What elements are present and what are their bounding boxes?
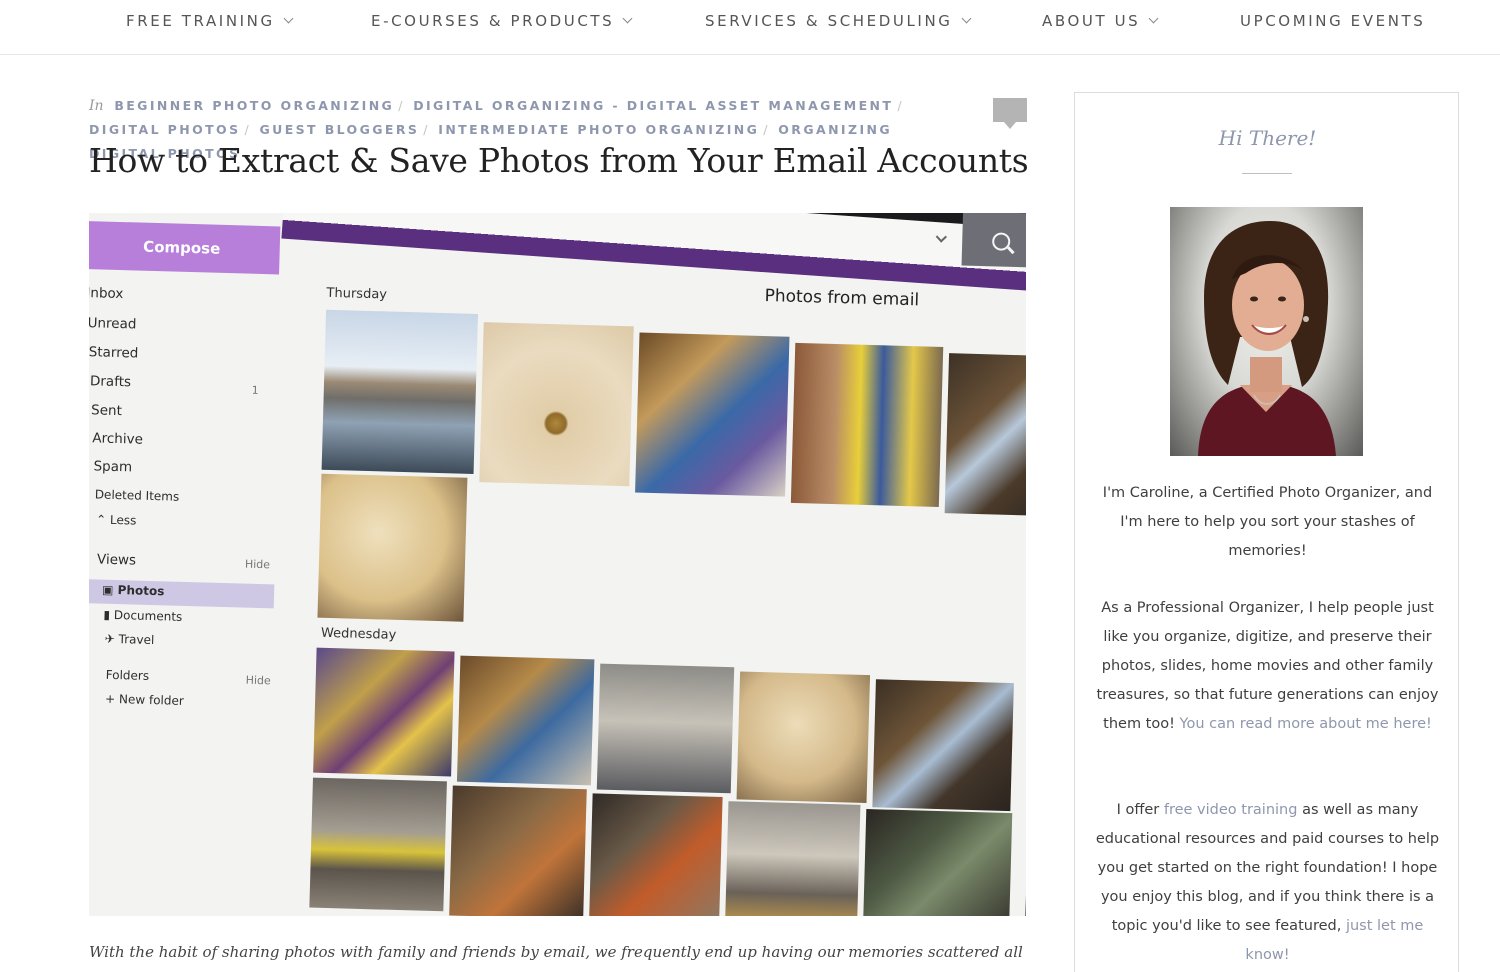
new-folder-label: New folder: [118, 692, 184, 708]
photo-thumbnail: [724, 801, 861, 916]
photo-thumbnail: [456, 655, 595, 786]
nav-item-label: UPCOMING EVENTS: [1240, 12, 1426, 30]
bio-offer-mid: as well as many educational resources an…: [1095, 802, 1440, 934]
folder-drafts: Drafts: [89, 373, 132, 391]
email-app-screen-photo: Compose Inbox Unread Starred Drafts 1 Se…: [89, 213, 1026, 916]
categories-prefix: In: [89, 98, 104, 114]
chevron-down-icon: [283, 13, 294, 24]
nav-item-label: E-COURSES & PRODUCTS: [371, 12, 615, 30]
views-hide: Hide: [244, 557, 271, 572]
bio-professional: As a Professional Organizer, I help peop…: [1095, 594, 1440, 739]
folder-inbox: Inbox: [89, 285, 124, 303]
folder-spam: Spam: [93, 458, 133, 476]
views-heading: Views: [96, 551, 137, 569]
category-separator: /: [244, 122, 249, 137]
bio-professional-text: As a Professional Organizer, I help peop…: [1096, 600, 1439, 732]
category-link[interactable]: DIGITAL PHOTOS: [89, 122, 241, 137]
view-photos-label: Photos: [117, 583, 165, 599]
nav-item-label: FREE TRAINING: [126, 12, 275, 30]
less-label: Less: [109, 512, 137, 528]
chevron-down-icon: [961, 13, 971, 24]
chevron-down-icon: [622, 13, 633, 24]
category-link[interactable]: DIGITAL ORGANIZING - DIGITAL ASSET MANAG…: [413, 98, 893, 113]
bio-offer-pre: I offer: [1116, 802, 1160, 818]
sidebar-heading: Hi There!: [1218, 126, 1317, 150]
less-toggle: ⌃ Less: [95, 512, 137, 528]
view-photos: ▣ Photos: [101, 582, 165, 599]
new-folder-link: + New folder: [104, 691, 184, 708]
folder-sent: Sent: [90, 402, 123, 420]
chevron-down-icon: [1148, 13, 1159, 24]
about-sidebar-widget: Hi There! I'm Caroline, a Certified Phot…: [1074, 92, 1459, 972]
photo-thumbnail: [635, 332, 790, 497]
author-portrait: [1170, 207, 1363, 456]
folder-unread: Unread: [89, 315, 137, 333]
photo-thumbnail: [596, 663, 735, 794]
drafts-count: 1: [251, 383, 259, 397]
post-intro: With the habit of sharing photos with fa…: [89, 943, 1026, 961]
nav-item-free-training[interactable]: FREE TRAINING: [126, 12, 294, 30]
main-nav: FREE TRAINING E-COURSES & PRODUCTS SERVI…: [0, 0, 1500, 55]
folder-archive: Archive: [92, 430, 144, 448]
photo-thumbnail: [862, 809, 1013, 916]
photo-thumbnail: [944, 353, 1026, 517]
folders-hide: Hide: [245, 673, 271, 688]
folder-deleted-items: Deleted Items: [94, 487, 180, 504]
nav-item-e-courses-products[interactable]: E-COURSES & PRODUCTS: [371, 12, 633, 30]
category-link[interactable]: BEGINNER PHOTO ORGANIZING: [114, 98, 394, 113]
free-video-training-link[interactable]: free video training: [1164, 802, 1298, 818]
folders-heading: Folders: [105, 667, 150, 683]
nav-item-label: ABOUT US: [1042, 12, 1141, 30]
view-documents: ▮ Documents: [103, 607, 183, 624]
photo-thumbnail: [479, 322, 634, 487]
photo-thumbnail: [736, 671, 871, 804]
view-travel: ✈ Travel: [104, 631, 155, 648]
day-heading-wednesday: Wednesday: [320, 625, 397, 643]
photos-page-heading: Photos from email: [764, 286, 920, 311]
nav-item-services-scheduling[interactable]: SERVICES & SCHEDULING: [705, 12, 971, 30]
bio-intro: I'm Caroline, a Certified Photo Organize…: [1102, 485, 1433, 559]
photo-thumbnail: [589, 793, 723, 916]
photo-thumbnail: [321, 309, 478, 474]
photo-thumbnail: [790, 342, 944, 507]
category-separator: /: [423, 122, 428, 137]
day-heading-thursday: Thursday: [326, 285, 388, 303]
view-travel-label: Travel: [118, 632, 155, 648]
category-separator: /: [897, 98, 902, 113]
category-link[interactable]: GUEST BLOGGERS: [259, 122, 419, 137]
photo-thumbnail: [309, 777, 447, 912]
read-more-about-me-link[interactable]: You can read more about me here!: [1180, 716, 1432, 732]
nav-item-upcoming-events[interactable]: UPCOMING EVENTS: [1240, 12, 1425, 30]
search-icon: [991, 232, 1011, 251]
nav-item-about-us[interactable]: ABOUT US: [1042, 12, 1159, 30]
category-link[interactable]: INTERMEDIATE PHOTO ORGANIZING: [438, 122, 759, 137]
folder-starred: Starred: [89, 344, 139, 362]
mail-top-bar: [281, 213, 1026, 293]
featured-image: Compose Inbox Unread Starred Drafts 1 Se…: [89, 213, 1026, 916]
photo-thumbnail: [317, 473, 468, 622]
post-title: How to Extract & Save Photos from Your E…: [89, 141, 1029, 180]
compose-button: Compose: [89, 220, 281, 275]
view-documents-label: Documents: [113, 607, 183, 624]
heading-divider: [1242, 173, 1292, 174]
category-separator: /: [398, 98, 403, 113]
author-portrait-illustration: [1198, 221, 1336, 456]
comment-icon[interactable]: [993, 98, 1027, 129]
photo-thumbnail: [872, 679, 1014, 812]
photo-thumbnail: [313, 647, 455, 777]
nav-item-label: SERVICES & SCHEDULING: [705, 12, 953, 30]
photo-thumbnail: [449, 785, 587, 916]
bio-offer: I offer free video training as well as m…: [1095, 796, 1440, 970]
category-separator: /: [763, 122, 768, 137]
